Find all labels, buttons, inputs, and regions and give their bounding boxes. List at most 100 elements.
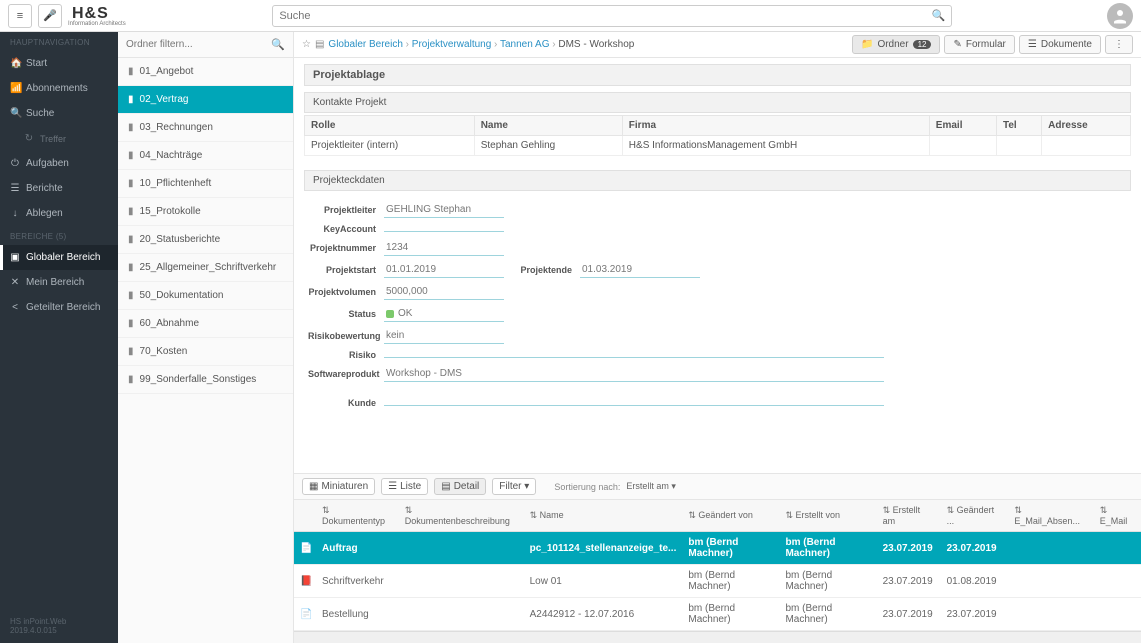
col-email[interactable]: Email <box>929 116 996 136</box>
nav-icon: ↓ <box>10 208 20 219</box>
folder-03_rechnungen[interactable]: ▮03_Rechnungen <box>118 114 293 142</box>
view-detail[interactable]: ▤ Detail <box>434 478 486 495</box>
folder-icon: ▮ <box>128 150 134 161</box>
search-icon[interactable]: 🔍 <box>271 38 285 51</box>
contact-row[interactable]: Projektleiter (intern) Stephan Gehling H… <box>305 136 1131 156</box>
sidenav-item-start[interactable]: 🏠Start <box>0 51 118 76</box>
col-geaendert-von[interactable]: ⇅ Geändert von <box>682 500 779 532</box>
panel-eckdaten: Projekteckdaten <box>304 170 1131 191</box>
version-footer: HS inPoint.Web 2019.4.0.015 <box>0 609 118 643</box>
field-projektvolumen[interactable]: 5000,000 <box>384 284 504 300</box>
field-projektende[interactable]: 01.03.2019 <box>580 262 700 278</box>
favorite-icon[interactable]: ☆ <box>302 39 311 50</box>
nav-icon: 🏠 <box>10 58 20 69</box>
documents-table: ⇅ Dokumententyp ⇅ Dokumentenbeschreibung… <box>294 500 1141 631</box>
mic-button[interactable]: 🎤 <box>38 4 62 28</box>
col-dokumententyp[interactable]: ⇅ Dokumententyp <box>316 500 399 532</box>
document-row[interactable]: 📄BestellungA2442912 - 12.07.2016bm (Bern… <box>294 598 1141 631</box>
col-tel[interactable]: Tel <box>996 116 1041 136</box>
field-projektleiter[interactable]: GEHLING Stephan <box>384 202 504 218</box>
field-status[interactable]: OK <box>384 306 504 322</box>
tab-ordner[interactable]: 📁 Ordner 12 <box>852 35 940 54</box>
sort-label: Sortierung nach: <box>554 482 620 492</box>
search-input[interactable] <box>279 10 931 22</box>
folder-icon: ▮ <box>128 66 134 77</box>
folder-50_dokumentation[interactable]: ▮50_Dokumentation <box>118 282 293 310</box>
folder-25_allgemeiner_schriftverkehr[interactable]: ▮25_Allgemeiner_Schriftverkehr <box>118 254 293 282</box>
nav-icon: ☰ <box>10 183 20 194</box>
folder-70_kosten[interactable]: ▮70_Kosten <box>118 338 293 366</box>
folder-icon: ▮ <box>128 234 134 245</box>
sidenav-item-treffer[interactable]: ↻Treffer <box>0 126 118 151</box>
field-softwareprodukt[interactable]: Workshop - DMS <box>384 366 884 382</box>
menu-button[interactable]: ≡ <box>8 4 32 28</box>
breadcrumb-1[interactable]: Projektverwaltung <box>412 39 491 50</box>
sidenav: HAUPTNAVIGATION 🏠Start📶Abonnements🔍Suche… <box>0 32 118 643</box>
global-search[interactable]: 🔍 <box>272 5 952 27</box>
col-rolle[interactable]: Rolle <box>305 116 475 136</box>
folder-20_statusberichte[interactable]: ▮20_Statusberichte <box>118 226 293 254</box>
folder-15_protokolle[interactable]: ▮15_Protokolle <box>118 198 293 226</box>
col-adresse[interactable]: Adresse <box>1042 116 1131 136</box>
col-erstellt-am[interactable]: ⇅ Erstellt am <box>877 500 941 532</box>
filter-button[interactable]: Filter ▾ <box>492 478 536 495</box>
tab-more[interactable]: ⋮ <box>1105 35 1133 54</box>
col-geaendert[interactable]: ⇅ Geändert ... <box>941 500 1009 532</box>
nav-icon: ⏻ <box>10 158 20 169</box>
col-firma[interactable]: Firma <box>622 116 929 136</box>
folder-10_pflichtenheft[interactable]: ▮10_Pflichtenheft <box>118 170 293 198</box>
horizontal-scrollbar[interactable] <box>294 631 1141 643</box>
folder-99_sonderfalle_sonstiges[interactable]: ▮99_Sonderfalle_Sonstiges <box>118 366 293 394</box>
field-risikobewertung[interactable]: kein <box>384 328 504 344</box>
search-icon[interactable]: 🔍 <box>932 9 946 22</box>
sidenav-item-aufgaben[interactable]: ⏻Aufgaben <box>0 151 118 176</box>
nav-icon: ▣ <box>10 252 20 263</box>
nav-icon: ✕ <box>10 277 20 288</box>
col-email-absen[interactable]: ⇅ E_Mail_Absen... <box>1008 500 1093 532</box>
folder-icon: ▮ <box>128 94 134 105</box>
sidenav-item-ablegen[interactable]: ↓Ablegen <box>0 201 118 226</box>
sort-value[interactable]: Erstellt am ▾ <box>626 481 676 492</box>
avatar[interactable] <box>1107 3 1133 29</box>
document-row[interactable]: 📕SchriftverkehrLow 01bm (Bernd Machner)b… <box>294 565 1141 598</box>
sidenav-item-abonnements[interactable]: 📶Abonnements <box>0 76 118 101</box>
sidenav-item-globaler-bereich[interactable]: ▣Globaler Bereich <box>0 245 118 270</box>
document-icon: 📄 <box>300 609 310 620</box>
folder-icon: ▮ <box>128 206 134 217</box>
document-row[interactable]: 📄Auftragpc_101124_stellenanzeige_te...bm… <box>294 532 1141 565</box>
col-name[interactable]: Name <box>474 116 622 136</box>
field-kunde[interactable] <box>384 401 884 406</box>
folder-01_angebot[interactable]: ▮01_Angebot <box>118 58 293 86</box>
view-liste[interactable]: ☰ Liste <box>381 478 428 495</box>
field-projektstart[interactable]: 01.01.2019 <box>384 262 504 278</box>
field-projektnummer[interactable]: 1234 <box>384 240 504 256</box>
sidenav-item-geteilter-bereich[interactable]: <Geteilter Bereich <box>0 295 118 320</box>
col-beschreibung[interactable]: ⇅ Dokumentenbeschreibung <box>399 500 524 532</box>
tab-formular[interactable]: ✎ Formular <box>944 35 1014 54</box>
field-risiko[interactable] <box>384 353 884 358</box>
sidenav-item-mein-bereich[interactable]: ✕Mein Bereich <box>0 270 118 295</box>
breadcrumb-0[interactable]: Globaler Bereich <box>328 39 402 50</box>
contacts-table: Rolle Name Firma Email Tel Adresse Proje… <box>304 115 1131 156</box>
folder-icon: ▮ <box>128 318 134 329</box>
tab-dokumente[interactable]: ☰ Dokumente <box>1019 35 1101 54</box>
folder-04_nachträge[interactable]: ▮04_Nachträge <box>118 142 293 170</box>
folder-filter[interactable]: 🔍 <box>118 32 293 58</box>
field-keyaccount[interactable] <box>384 227 504 232</box>
folder-02_vertrag[interactable]: ▮02_Vertrag <box>118 86 293 114</box>
sidenav-item-berichte[interactable]: ☰Berichte <box>0 176 118 201</box>
col-erstellt-von[interactable]: ⇅ Erstellt von <box>779 500 876 532</box>
col-name[interactable]: ⇅ Name <box>524 500 683 532</box>
folder-60_abnahme[interactable]: ▮60_Abnahme <box>118 310 293 338</box>
nav-icon: 🔍 <box>10 108 20 119</box>
view-miniaturen[interactable]: ▦ Miniaturen <box>302 478 375 495</box>
folder-filter-input[interactable] <box>126 39 271 50</box>
breadcrumb-bar: ☆ ▤ Globaler Bereich › Projektverwaltung… <box>294 32 1141 58</box>
breadcrumb-2[interactable]: Tannen AG <box>500 39 549 50</box>
breadcrumb-3[interactable]: DMS - Workshop <box>558 39 634 50</box>
col-email[interactable]: ⇅ E_Mail <box>1094 500 1141 532</box>
sidenav-item-suche[interactable]: 🔍Suche <box>0 101 118 126</box>
main: ☆ ▤ Globaler Bereich › Projektverwaltung… <box>294 32 1141 643</box>
nav-icon: ↻ <box>24 133 34 144</box>
panel-kontakte: Kontakte Projekt <box>304 92 1131 113</box>
